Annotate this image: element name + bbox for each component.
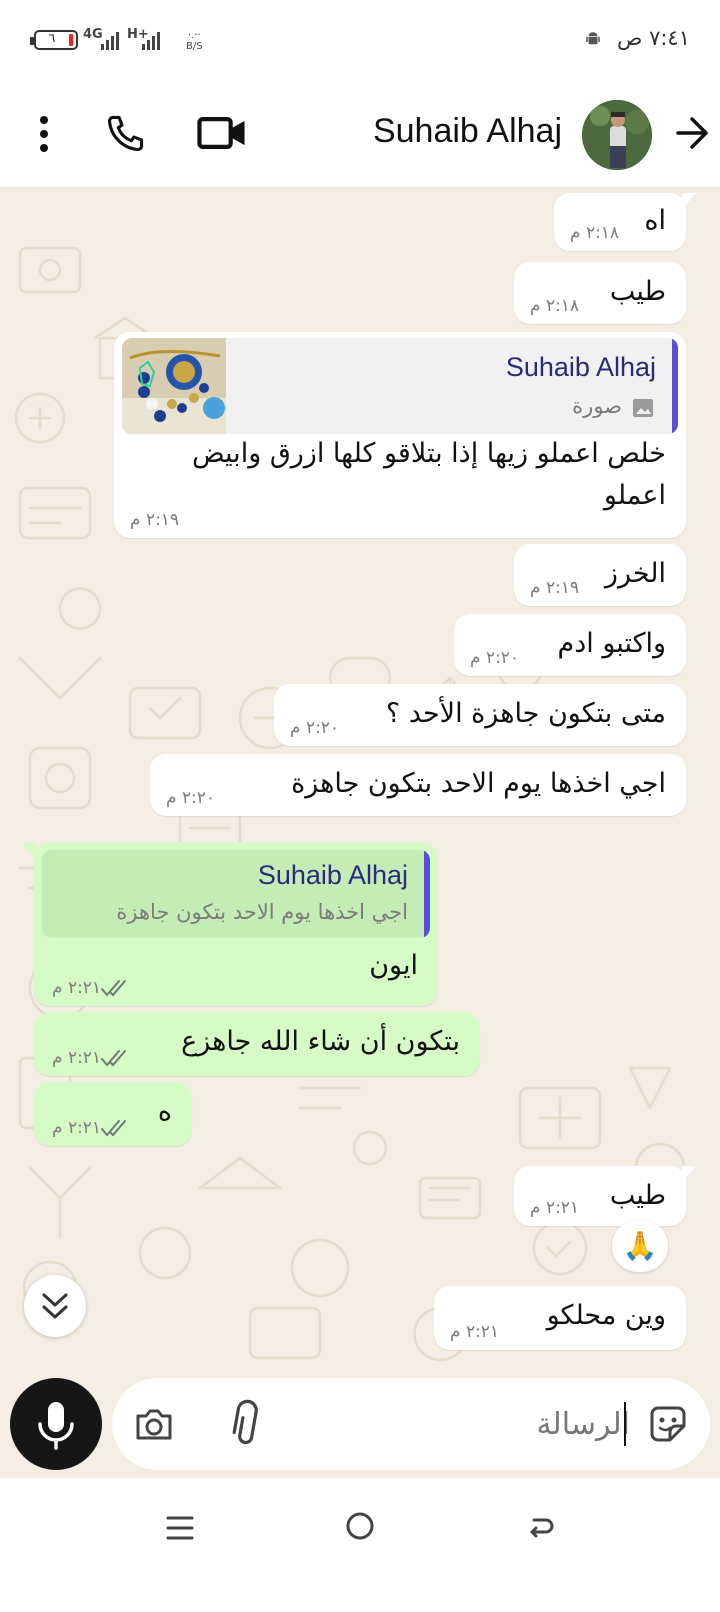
network-speed: ·.·· B/S [186,30,203,52]
message-input[interactable] [270,1396,630,1452]
bubble-tail [682,1166,696,1182]
message-time: ٢:٢١ م [52,1048,139,1068]
message-time: ٢:١٩ م [530,578,580,598]
message-time: ٢:٢١ م [52,978,139,998]
chat-header: Suhaib Alhaj [0,80,720,188]
read-receipt-icon [101,1120,127,1137]
chat-area[interactable]: اه ٢:١٨ م طيب ٢:١٨ م Suhaib Alhaj صورة خ… [0,188,720,1378]
sticker-icon[interactable] [646,1402,690,1446]
read-receipt-icon [101,980,127,997]
outgoing-message-with-reply[interactable]: Suhaib Alhaj اجي اخذها يوم الاحد بتكون ج… [34,842,438,1006]
message-time: ٢:١٨ م [570,223,620,243]
incoming-message[interactable]: وين محلكو ٢:٢١ م [434,1286,686,1350]
back-arrow-icon[interactable] [672,110,712,156]
contact-name[interactable]: Suhaib Alhaj [373,112,562,151]
message-time: ٢:١٩ م [130,510,180,530]
microphone-icon [38,1402,74,1450]
voice-record-button[interactable] [10,1378,102,1470]
quoted-image-thumbnail [122,338,226,434]
avatar[interactable] [582,100,652,170]
clock: ٧:٤١ ص [617,26,690,50]
message-time: ٢:٢٠ م [290,718,340,738]
status-bar: ٦ 4G H+ ·.·· B/S ٧:٤١ ص [0,0,720,80]
text-cursor [624,1402,626,1446]
back-icon[interactable] [524,1510,556,1542]
video-call-icon[interactable] [196,110,248,156]
camera-icon[interactable] [132,1402,176,1446]
system-navigation-bar [0,1478,720,1612]
incoming-message[interactable]: طيب ٢:٢١ م [514,1166,686,1226]
message-input-container [112,1378,710,1470]
reply-quote[interactable]: Suhaib Alhaj اجي اخذها يوم الاحد بتكون ج… [42,850,430,938]
incoming-message[interactable]: واكتبو ادم ٢:٢٠ م [454,614,686,676]
bubble-tail [22,842,36,858]
scroll-to-bottom-button[interactable] [24,1275,86,1337]
bubble-tail [682,193,696,209]
home-icon[interactable] [344,1510,376,1542]
outgoing-message[interactable]: ه ٢:٢١ م [34,1082,192,1146]
recent-apps-icon[interactable] [164,1512,196,1544]
quote-bar [672,338,678,434]
message-time: ٢:٢٠ م [166,788,216,808]
attach-icon[interactable] [224,1398,264,1448]
incoming-message-with-reply[interactable]: Suhaib Alhaj صورة خلص اعملو زيها إذا بتل… [114,332,686,538]
battery-level: ٦ [48,31,56,45]
phone-icon[interactable] [104,110,148,156]
quote-author: Suhaib Alhaj [505,352,656,382]
message-time: ٢:٢٠ م [470,648,520,668]
quote-bar [424,850,430,938]
message-time: ٢:٢١ م [530,1198,580,1218]
incoming-message[interactable]: الخرز ٢:١٩ م [514,544,686,606]
incoming-message[interactable]: متى بتكون جاهزة الأحد ؟ ٢:٢٠ م [274,684,686,746]
read-receipt-icon [101,1050,127,1067]
quote-media-label: صورة [572,394,622,418]
signal-bars-icon [101,30,119,50]
android-icon [586,32,600,45]
battery-icon: ٦ [30,30,78,50]
composer [0,1378,720,1478]
quote-author: Suhaib Alhaj [257,860,408,890]
outgoing-message[interactable]: بتكون أن شاء الله جاهزع ٢:٢١ م [34,1012,480,1076]
signal-bars-icon [142,30,160,50]
message-time: ٢:٢١ م [450,1322,500,1342]
reply-quote[interactable]: Suhaib Alhaj صورة [122,338,678,434]
message-time: ٢:٢١ م [52,1118,139,1138]
incoming-message[interactable]: اجي اخذها يوم الاحد بتكون جاهزة ٢:٢٠ م [150,754,686,816]
quote-text: اجي اخذها يوم الاحد بتكون جاهزة [116,900,408,924]
message-time: ٢:١٨ م [530,296,580,316]
photo-icon [633,399,653,417]
more-options-icon[interactable] [28,112,60,156]
message-reaction[interactable]: 🙏 [612,1220,668,1272]
incoming-message[interactable]: اه ٢:١٨ م [554,193,686,251]
network-type-4g: 4G [83,27,103,42]
incoming-message[interactable]: طيب ٢:١٨ م [514,262,686,324]
double-chevron-down-icon [42,1293,68,1319]
